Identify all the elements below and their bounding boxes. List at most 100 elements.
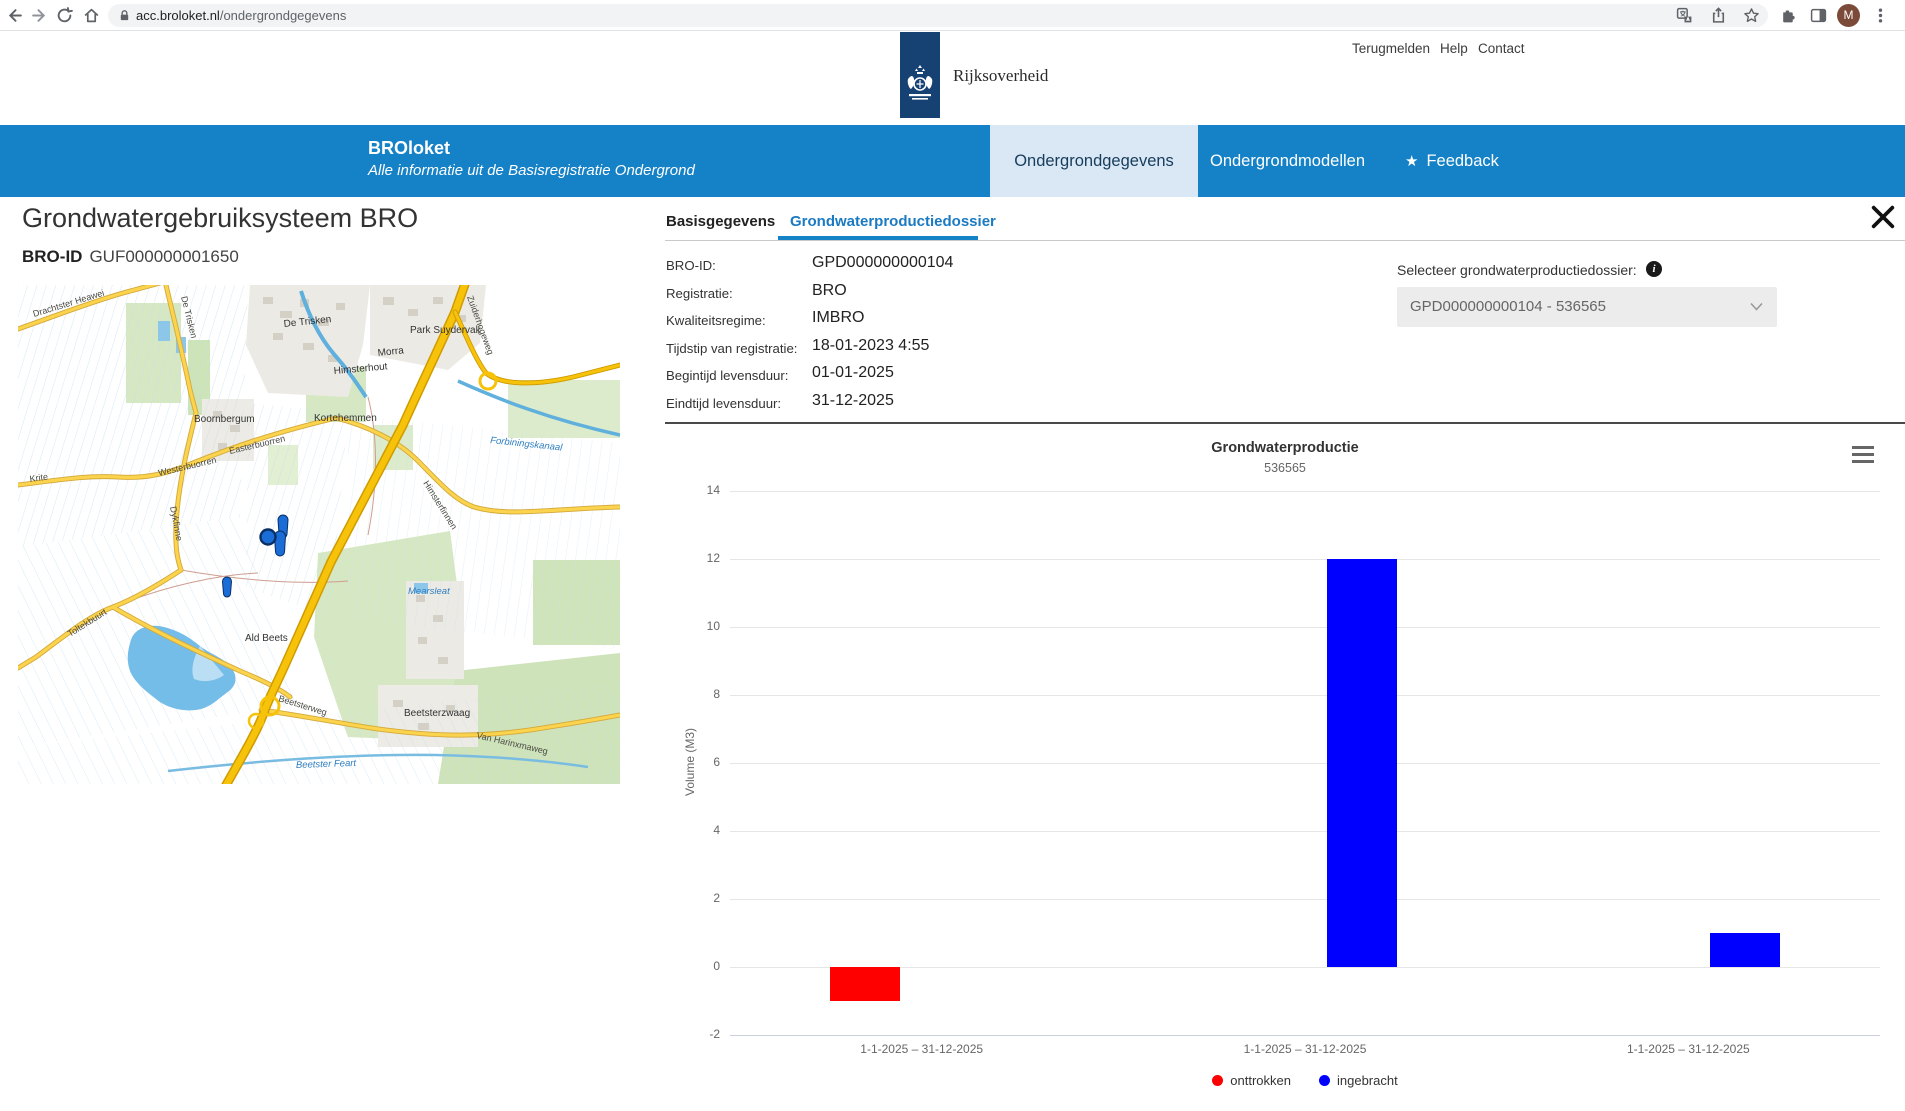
y-axis-tick-label: 2 [682,891,720,905]
chart-gridline [730,491,1880,492]
close-icon[interactable] [1869,203,1897,231]
legend-label: ingebracht [1337,1073,1398,1088]
lock-icon [118,9,131,22]
bookmark-star-icon[interactable] [1743,7,1760,24]
field-value: 01-01-2025 [812,364,894,382]
chart-gridline [730,831,1880,832]
chart-gridline [730,627,1880,628]
nav-tab-ondergrondgegevens[interactable]: Ondergrondgegevens [990,125,1198,197]
x-axis-category-label: 1-1-2025 – 31-12-2025 [1497,1042,1880,1056]
brand-name[interactable]: BROloket [368,138,450,159]
header-link-help[interactable]: Help [1440,41,1468,56]
url-bar[interactable]: acc.broloket.nl/ondergrondgegevens [108,4,1768,27]
y-axis-title: Volume (M3) [683,702,697,822]
nav-tab-ondergrondmodellen[interactable]: Ondergrondmodellen [1210,125,1365,197]
nav-tab-feedback[interactable]: ★ Feedback [1405,125,1499,197]
share-icon[interactable] [1710,7,1727,24]
field-value: 18-01-2023 4:55 [812,337,929,355]
page-title: Grondwatergebruiksysteem BRO [22,203,418,234]
chart-gridline [730,1035,1880,1036]
map-label: Park Suydervak [410,325,482,336]
legend-item-onttrokken[interactable]: onttrokken [1212,1073,1291,1088]
brand-tagline: Alle informatie uit de Basisregistratie … [368,162,695,179]
chart-gridline [730,899,1880,900]
field-label: Registratie: [666,286,733,301]
x-axis-category-label: 1-1-2025 – 31-12-2025 [1113,1042,1496,1056]
url-domain: acc.broloket.nl [136,8,220,23]
map-label: Kortehemmen [314,413,377,424]
dossier-select[interactable]: GPD000000000104 - 536565 [1397,287,1777,327]
reload-icon[interactable] [56,7,73,24]
field-label: Eindtijd levensduur: [666,396,781,411]
nav-tab-feedback-label: Feedback [1426,152,1498,171]
main-navbar: BROloket Alle informatie uit de Basisreg… [0,125,1905,197]
feedback-star-icon: ★ [1405,152,1418,170]
chart-gridline [730,559,1880,560]
tab-row-border [665,240,1905,241]
header-link-terugmelden[interactable]: Terugmelden [1352,41,1430,56]
map-label: Ald Beets [245,633,288,644]
browser-toolbar: acc.broloket.nl/ondergrondgegevens M [0,0,1905,31]
profile-avatar[interactable]: M [1837,4,1860,27]
bro-id-value: GUF000000001650 [89,247,238,266]
field-label: Kwaliteitsregime: [666,313,766,328]
url-path: /ondergrondgegevens [220,8,347,23]
chart-bar-onttrokken[interactable] [830,967,900,1001]
site-header: Rijksoverheid Terugmelden Help Contact [0,32,1905,125]
y-axis-tick-label: 10 [682,619,720,633]
home-icon[interactable] [83,7,100,24]
extensions-puzzle-icon[interactable] [1780,7,1797,24]
map-label: Mearsleat [408,586,450,597]
legend-dot-red [1212,1075,1223,1086]
map-label: Beetster Feart [296,758,357,771]
legend-label: onttrokken [1230,1073,1291,1088]
field-label: Tijdstip van registratie: [666,341,797,356]
field-value: 31-12-2025 [812,392,894,410]
location-map[interactable]: Drachtster HeaweiDe TriskenDe TriskenPar… [18,285,620,784]
chart-gridline [730,695,1880,696]
browser-menu-icon[interactable] [1872,7,1889,24]
field-label: Begintijd levensduur: [666,368,788,383]
y-axis-tick-label: 0 [682,959,720,973]
y-axis-tick-label: 14 [682,483,720,497]
url-text: acc.broloket.nl/ondergrondgegevens [136,8,346,23]
rijksoverheid-wordmark: Rijksoverheid [953,66,1048,86]
tab-basisgegevens[interactable]: Basisgegevens [666,213,775,230]
legend-item-ingebracht[interactable]: ingebracht [1319,1073,1398,1088]
y-axis-tick-label: 8 [682,687,720,701]
map-marker-single[interactable] [223,577,232,597]
rijksoverheid-emblem-icon [900,32,940,118]
chart-bar-ingebracht[interactable] [1710,933,1780,967]
tab-grondwaterproductiedossier[interactable]: Grondwaterproductiedossier [790,213,996,230]
chart-legend: onttrokken ingebracht [665,1073,1905,1088]
chart-gridline [730,763,1880,764]
dossier-select-label: Selecteer grondwaterproductiedossier: [1397,262,1637,278]
field-value: BRO [812,282,847,300]
forward-icon[interactable] [31,7,48,24]
chart-gridline [730,967,1880,968]
header-link-contact[interactable]: Contact [1478,41,1525,56]
chart-subtitle: 536565 [665,461,1905,475]
x-axis-category-label: 1-1-2025 – 31-12-2025 [730,1042,1113,1056]
map-label: Beetsterzwaag [404,708,470,719]
side-panel-icon[interactable] [1810,7,1827,24]
field-value: IMBRO [812,309,864,327]
chart-title: Grondwaterproductie [665,440,1905,456]
bro-id-line: BRO-ID GUF000000001650 [22,247,239,267]
rijksoverheid-logo[interactable] [900,32,940,118]
bro-id-label: BRO-ID [22,247,82,266]
chart-context-menu-icon[interactable] [1852,446,1876,466]
y-axis-tick-label: 12 [682,551,720,565]
legend-dot-blue [1319,1075,1330,1086]
dossier-select-value: GPD000000000104 - 536565 [1410,298,1606,315]
map-label: Boornbergum [194,414,255,425]
chart-bar-ingebracht[interactable] [1327,559,1397,967]
page: acc.broloket.nl/ondergrondgegevens M [0,0,1905,1111]
field-label: BRO-ID: [666,258,716,273]
info-icon[interactable]: i [1646,261,1662,277]
back-icon[interactable] [6,7,23,24]
chevron-down-icon [1750,302,1763,311]
y-axis-tick-label: 4 [682,823,720,837]
field-value: GPD000000000104 [812,254,953,272]
translate-icon[interactable] [1676,7,1693,24]
